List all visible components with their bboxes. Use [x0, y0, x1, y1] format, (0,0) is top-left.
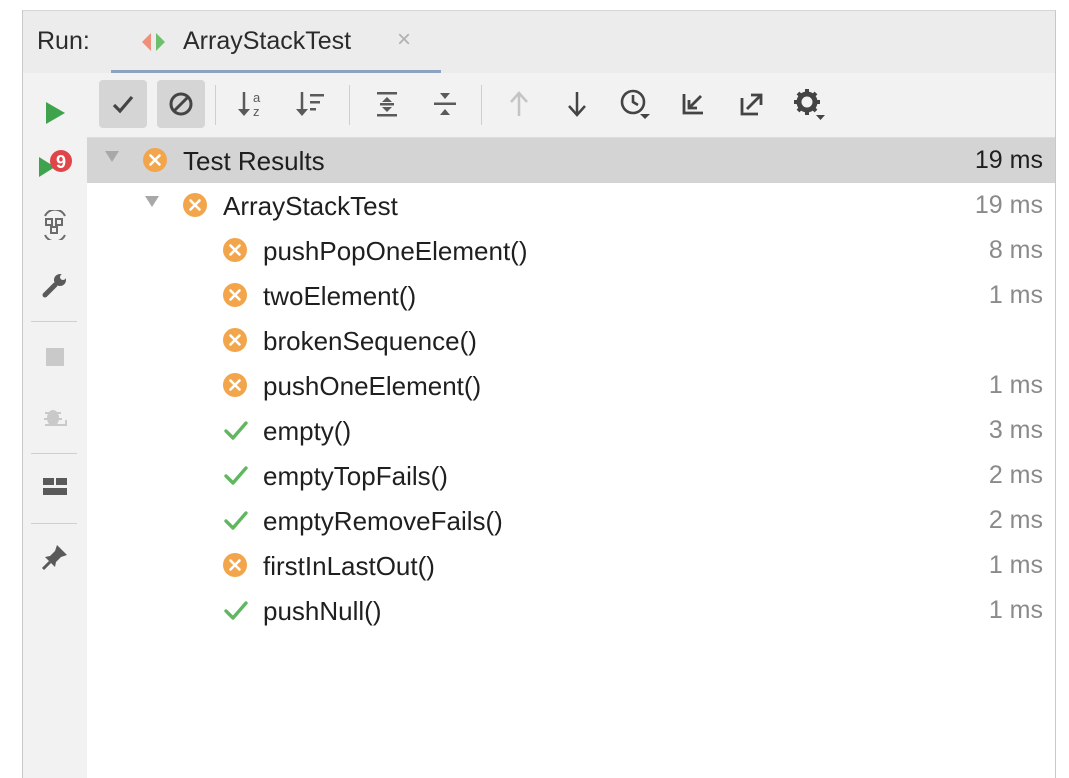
- tree-test-row[interactable]: emptyTopFails() 2 ms: [87, 453, 1055, 498]
- toolbar-separator: [481, 85, 482, 125]
- duration-label: 8 ms: [988, 236, 1043, 264]
- export-tests-icon[interactable]: [727, 80, 775, 128]
- test-passed-icon: [223, 508, 248, 532]
- duration-label: 1 ms: [988, 596, 1043, 624]
- run-header: Run: ArrayStackTest ×: [23, 11, 1055, 74]
- sort-by-duration-icon[interactable]: [287, 80, 335, 128]
- settings-icon[interactable]: [785, 80, 833, 128]
- sort-alphabetically-icon[interactable]: a z: [229, 80, 277, 128]
- tree-item-label: emptyRemoveFails(): [263, 506, 503, 536]
- tree-item-label: emptyTopFails(): [263, 461, 448, 491]
- rerun-failed-icon[interactable]: 9: [33, 143, 77, 187]
- test-passed-icon: [223, 463, 248, 487]
- tree-test-row[interactable]: twoElement() 1 ms: [87, 273, 1055, 318]
- tree-test-row[interactable]: emptyRemoveFails() 2 ms: [87, 498, 1055, 543]
- tree-item-label: pushOneElement(): [263, 371, 482, 401]
- duration-label: 2 ms: [988, 461, 1043, 489]
- test-failed-icon: [223, 328, 247, 352]
- toolbar-separator: [215, 85, 216, 125]
- duration-label: 19 ms: [974, 146, 1043, 174]
- tree-item-label: pushPopOneElement(): [263, 236, 528, 266]
- tree-test-row[interactable]: pushOneElement() 1 ms: [87, 363, 1055, 408]
- tree-item-label: brokenSequence(): [263, 326, 477, 356]
- stop-icon[interactable]: [33, 335, 77, 379]
- tree-item-label: pushNull(): [263, 596, 382, 626]
- tree-item-label: empty(): [263, 416, 352, 446]
- import-tests-icon[interactable]: [669, 80, 717, 128]
- tree-root-row[interactable]: Test Results 19 ms: [87, 138, 1055, 183]
- tree-item-label: ArrayStackTest: [223, 191, 398, 221]
- tree-class-row[interactable]: ArrayStackTest 19 ms: [87, 183, 1055, 228]
- tree-test-row[interactable]: pushPopOneElement() 8 ms: [87, 228, 1055, 273]
- test-failed-icon: [223, 283, 247, 307]
- edit-configuration-icon[interactable]: [33, 263, 77, 307]
- test-failed-icon: [223, 238, 247, 262]
- run-label: Run:: [37, 27, 90, 55]
- pin-icon[interactable]: [33, 535, 77, 579]
- close-icon[interactable]: ×: [397, 28, 411, 52]
- tree-item-label: firstInLastOut(): [263, 551, 435, 581]
- rerun-icon[interactable]: [33, 91, 77, 135]
- next-failed-icon[interactable]: [553, 80, 601, 128]
- svg-text:a: a: [253, 90, 261, 105]
- toolbar-separator: [31, 453, 77, 454]
- tree-item-label: Test Results: [183, 146, 325, 176]
- left-toolbar: 9: [23, 73, 88, 778]
- test-results-tree: Test Results 19 ms ArrayStackTest 19 ms push…: [87, 137, 1055, 778]
- debug-icon[interactable]: [33, 395, 77, 439]
- collapse-all-icon[interactable]: [421, 80, 469, 128]
- toolbar-separator: [31, 523, 77, 524]
- duration-label: 3 ms: [988, 416, 1043, 444]
- tree-test-row[interactable]: pushNull() 1 ms: [87, 588, 1055, 633]
- test-passed-icon: [223, 598, 248, 622]
- toolbar-separator: [349, 85, 350, 125]
- tab-array-stack-test[interactable]: ArrayStackTest ×: [111, 11, 441, 74]
- tree-test-row[interactable]: firstInLastOut() 1 ms: [87, 543, 1055, 588]
- tree-item-label: twoElement(): [263, 281, 417, 311]
- tab-title: ArrayStackTest: [183, 27, 352, 55]
- expand-all-icon[interactable]: [363, 80, 411, 128]
- duration-label: 2 ms: [988, 506, 1043, 534]
- layout-icon[interactable]: [33, 465, 77, 509]
- svg-text:z: z: [253, 104, 260, 119]
- expand-arrow-icon[interactable]: [105, 151, 119, 162]
- toolbar-separator: [31, 321, 77, 322]
- test-passed-icon: [223, 418, 248, 442]
- expand-arrow-icon[interactable]: [145, 196, 159, 207]
- test-failed-icon: [183, 193, 207, 217]
- test-failed-icon: [223, 553, 247, 577]
- previous-failed-icon[interactable]: [495, 80, 543, 128]
- tree-test-row[interactable]: brokenSequence(): [87, 318, 1055, 363]
- rerun-failed-badge: 9: [56, 152, 66, 172]
- test-toolbar: a z: [87, 73, 1055, 137]
- toggle-auto-test-icon[interactable]: [33, 203, 77, 247]
- tree-test-row[interactable]: empty() 3 ms: [87, 408, 1055, 453]
- duration-label: 1 ms: [988, 371, 1043, 399]
- duration-label: 19 ms: [974, 191, 1043, 219]
- duration-label: 1 ms: [988, 281, 1043, 309]
- duration-label: 1 ms: [988, 551, 1043, 579]
- test-history-icon[interactable]: [611, 80, 659, 128]
- test-failed-icon: [143, 148, 167, 172]
- test-config-icon: [141, 31, 167, 53]
- show-passed-icon[interactable]: [99, 80, 147, 128]
- show-ignored-icon[interactable]: [157, 80, 205, 128]
- run-tool-window: Run: ArrayStackTest × 9 a z Test Results…: [22, 10, 1056, 778]
- test-failed-icon: [223, 373, 247, 397]
